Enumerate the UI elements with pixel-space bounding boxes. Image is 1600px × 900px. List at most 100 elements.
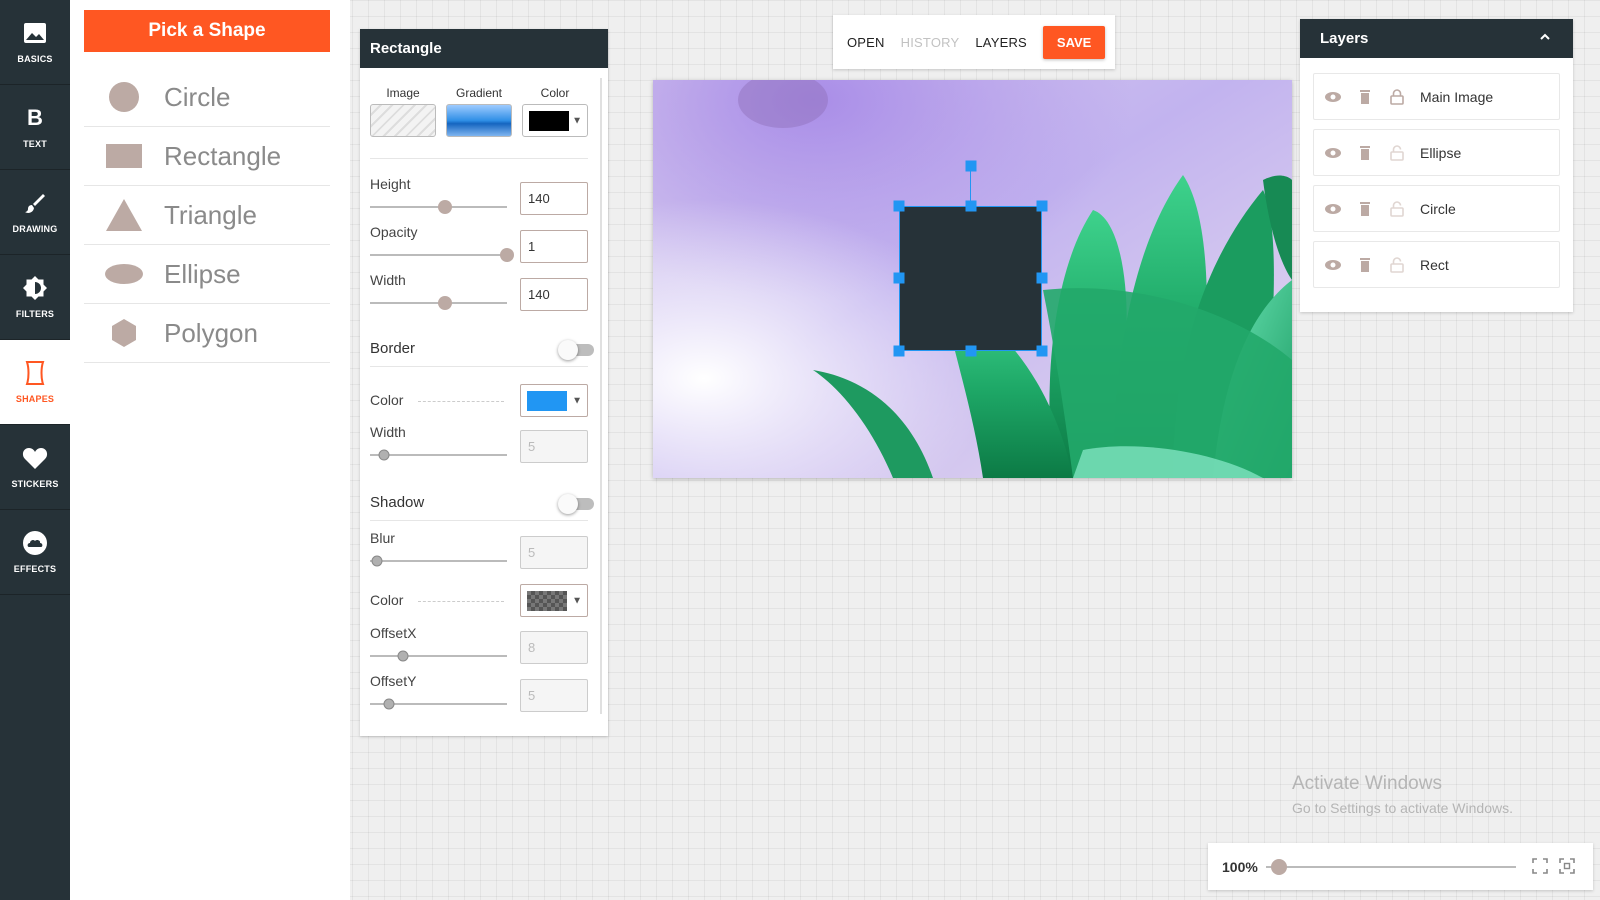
border-width-input[interactable]: 5 xyxy=(520,430,588,463)
nav-item-filters[interactable]: FILTERS xyxy=(0,255,70,340)
selected-rectangle[interactable] xyxy=(893,160,1048,357)
nav-item-drawing[interactable]: DRAWING xyxy=(0,170,70,255)
resize-handle-top-left[interactable] xyxy=(893,200,905,212)
shadow-blur-input[interactable]: 5 xyxy=(520,536,588,569)
border-toggle[interactable] xyxy=(558,340,594,360)
height-input[interactable]: 140 xyxy=(520,182,588,215)
trash-icon[interactable] xyxy=(1354,200,1376,218)
eye-icon[interactable] xyxy=(1322,256,1344,274)
shadow-offsety-slider-knob[interactable] xyxy=(383,698,395,710)
shadow-offsetx-slider[interactable] xyxy=(370,650,507,662)
shape-item-triangle[interactable]: Triangle xyxy=(84,186,330,245)
opacity-slider-knob[interactable] xyxy=(500,248,514,262)
width-slider-knob[interactable] xyxy=(438,296,453,310)
activation-watermark-subtitle: Go to Settings to activate Windows. xyxy=(1292,800,1513,816)
shadow-toggle[interactable] xyxy=(558,494,594,514)
resize-handle-top[interactable] xyxy=(965,200,977,212)
layer-item-circle[interactable]: Circle xyxy=(1313,185,1560,232)
shadow-offsety-input[interactable]: 5 xyxy=(520,679,588,712)
shadow-offsetx-slider-knob[interactable] xyxy=(397,650,409,662)
fill-image-swatch[interactable] xyxy=(370,104,436,137)
nav-item-stickers[interactable]: STICKERS xyxy=(0,425,70,510)
unlock-icon[interactable] xyxy=(1386,200,1408,218)
opacity-slider[interactable] xyxy=(370,248,514,262)
nav-item-text[interactable]: B TEXT xyxy=(0,85,70,170)
resize-handle-left[interactable] xyxy=(893,272,905,284)
shadow-blur-slider[interactable] xyxy=(370,555,507,567)
height-slider[interactable] xyxy=(370,200,507,214)
open-button[interactable]: OPEN xyxy=(847,35,885,50)
chevron-up-icon[interactable] xyxy=(1537,29,1553,45)
nav-item-effects[interactable]: EFFECTS xyxy=(0,510,70,595)
resize-handle-bottom[interactable] xyxy=(965,345,977,357)
actual-size-icon[interactable] xyxy=(1558,857,1576,875)
shadow-blur-slider-knob[interactable] xyxy=(371,555,383,567)
nav-item-basics[interactable]: BASICS xyxy=(0,0,70,85)
fill-color-picker[interactable]: ▼ xyxy=(522,104,588,137)
shape-name: Rectangle xyxy=(164,140,282,171)
panel-title: Rectangle xyxy=(360,29,608,68)
border-color-chip xyxy=(527,391,567,411)
resize-handle-right[interactable] xyxy=(1036,272,1048,284)
shadow-offsetx-input[interactable]: 8 xyxy=(520,631,588,664)
editor-canvas[interactable] xyxy=(653,80,1292,478)
border-color-control: Color ▼ xyxy=(370,384,588,417)
shadow-offsety-control: OffsetY 5 xyxy=(370,673,588,713)
nav-item-shapes[interactable]: SHAPES xyxy=(0,340,70,425)
shadow-offsety-label: OffsetY xyxy=(370,673,417,689)
zoom-slider[interactable] xyxy=(1266,866,1516,868)
fit-screen-icon[interactable] xyxy=(1531,857,1549,875)
layer-item-main-image[interactable]: Main Image xyxy=(1313,73,1560,120)
zoom-slider-knob[interactable] xyxy=(1270,859,1287,875)
shape-item-polygon[interactable]: Polygon xyxy=(84,304,330,363)
shadow-offsety-slider[interactable] xyxy=(370,698,507,710)
opacity-input[interactable]: 1 xyxy=(520,230,588,263)
shape-name: Ellipse xyxy=(164,258,241,289)
border-width-label: Width xyxy=(370,424,406,440)
eye-icon[interactable] xyxy=(1322,200,1344,218)
layer-item-rect[interactable]: Rect xyxy=(1313,241,1560,288)
shape-item-circle[interactable]: Circle xyxy=(84,68,330,127)
shape-item-rectangle[interactable]: Rectangle xyxy=(84,127,330,186)
nav-label: BASICS xyxy=(17,54,53,64)
rotate-handle[interactable] xyxy=(965,160,977,172)
zoom-level: 100% xyxy=(1222,859,1258,875)
lock-icon[interactable] xyxy=(1386,88,1408,106)
shadow-title: Shadow xyxy=(370,494,425,511)
height-label: Height xyxy=(370,176,411,192)
rectangle-shape[interactable] xyxy=(899,206,1042,351)
leader-dots xyxy=(418,601,504,602)
unlock-icon[interactable] xyxy=(1386,144,1408,162)
layers-button[interactable]: LAYERS xyxy=(975,35,1027,50)
layer-name: Ellipse xyxy=(1420,144,1462,161)
height-slider-knob[interactable] xyxy=(438,200,453,214)
shadow-color-picker[interactable]: ▼ xyxy=(520,584,588,617)
fill-color-label: Color xyxy=(540,86,570,100)
layer-list: Main Image Ellipse Circle Rect xyxy=(1313,73,1560,297)
trash-icon[interactable] xyxy=(1354,256,1376,274)
history-button[interactable]: HISTORY xyxy=(901,35,960,50)
resize-handle-top-right[interactable] xyxy=(1036,200,1048,212)
border-width-slider-knob[interactable] xyxy=(378,449,390,461)
width-input[interactable]: 140 xyxy=(520,278,588,311)
panel-scrollbar[interactable] xyxy=(600,78,602,714)
resize-handle-bottom-left[interactable] xyxy=(893,345,905,357)
rectangle-properties-panel: Rectangle Image Gradient Color ▼ Height xyxy=(360,29,608,736)
pick-a-shape-button[interactable]: Pick a Shape xyxy=(84,10,330,52)
width-slider[interactable] xyxy=(370,296,507,310)
resize-handle-bottom-right[interactable] xyxy=(1036,345,1048,357)
border-color-picker[interactable]: ▼ xyxy=(520,384,588,417)
fill-gradient-label: Gradient xyxy=(455,86,503,100)
eye-icon[interactable] xyxy=(1322,144,1344,162)
trash-icon[interactable] xyxy=(1354,88,1376,106)
trash-icon[interactable] xyxy=(1354,144,1376,162)
ellipse-icon xyxy=(84,263,164,285)
opacity-label: Opacity xyxy=(370,224,418,240)
fill-gradient-swatch[interactable] xyxy=(446,104,512,137)
unlock-icon[interactable] xyxy=(1386,256,1408,274)
save-button[interactable]: SAVE xyxy=(1042,25,1106,59)
layer-item-ellipse[interactable]: Ellipse xyxy=(1313,129,1560,176)
shape-item-ellipse[interactable]: Ellipse xyxy=(84,245,330,304)
eye-icon[interactable] xyxy=(1322,88,1344,106)
border-width-slider[interactable] xyxy=(370,449,507,461)
